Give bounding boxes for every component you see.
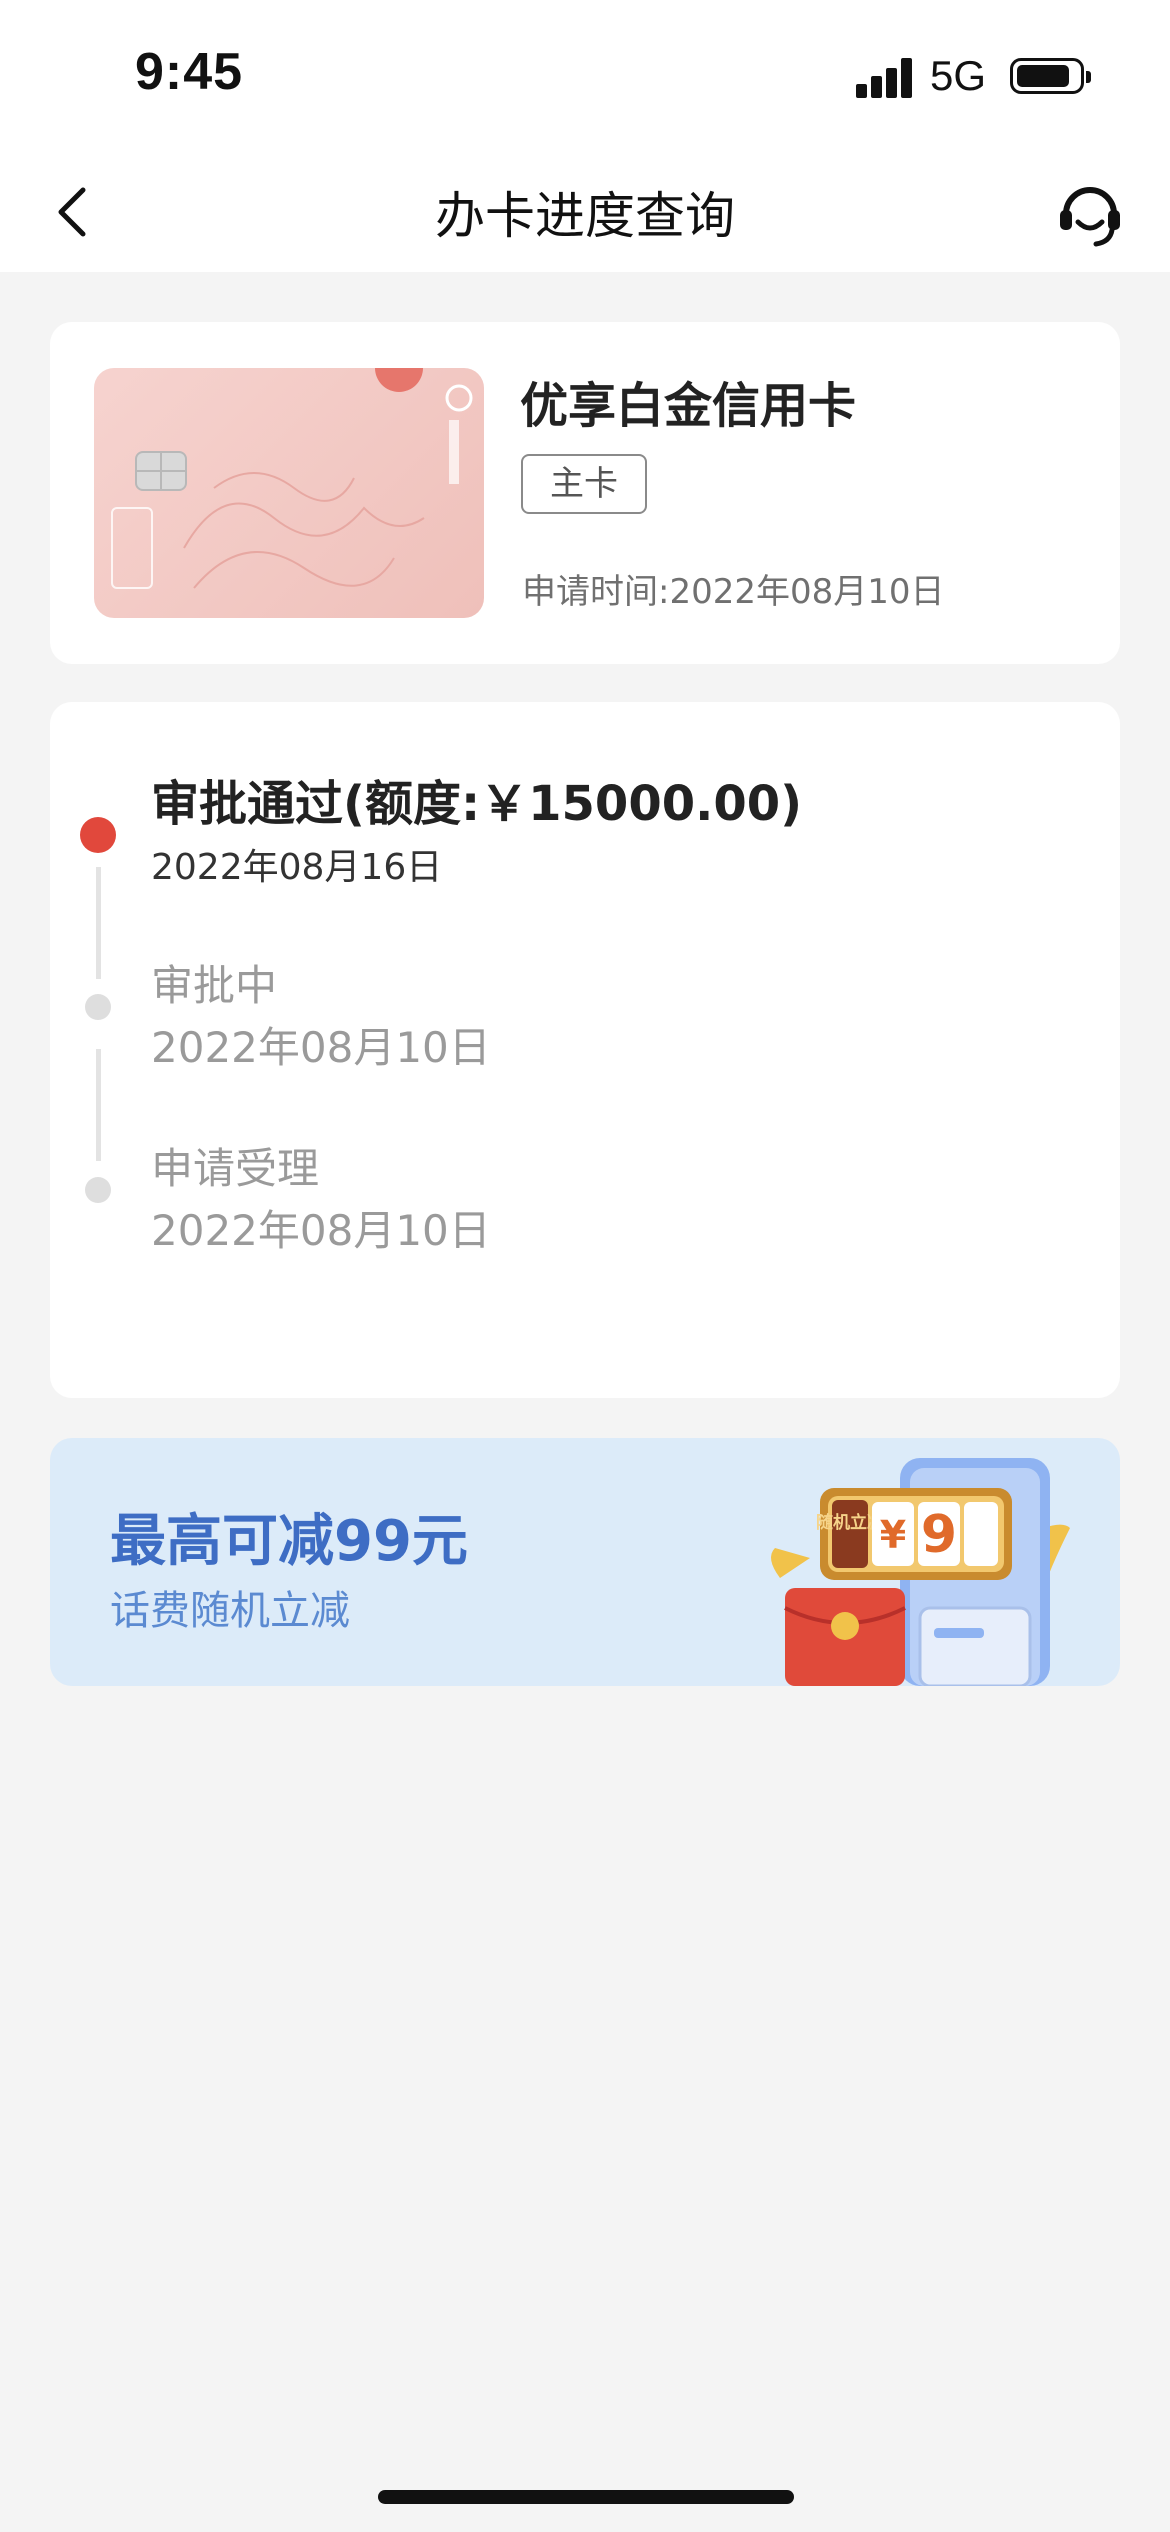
apply-date: 申请时间:2022年08月10日 xyxy=(522,572,945,612)
promo-subtitle: 话费随机立减 xyxy=(110,1588,350,1634)
status-time: 9:45 xyxy=(135,43,244,101)
timeline-line xyxy=(96,1049,101,1161)
timeline-line xyxy=(96,867,101,979)
slot-digit: 9 xyxy=(921,1505,957,1565)
home-indicator[interactable] xyxy=(378,2490,794,2504)
customer-service-button[interactable] xyxy=(1050,172,1130,252)
card-info-panel: 优享白金信用卡 主卡 申请时间:2022年08月10日 xyxy=(50,322,1120,664)
step-title-approved: 审批通过(额度:￥15000.00) xyxy=(151,776,803,832)
timeline-dot-active xyxy=(80,817,116,853)
slot-symbol: ¥ xyxy=(880,1513,906,1557)
step-date-accepted: 2022年08月10日 xyxy=(151,1206,491,1255)
credit-card-image xyxy=(94,368,484,618)
promo-banner[interactable]: 最高可减99元 话费随机立减 随机立减 ¥ 9 xyxy=(50,1438,1120,1686)
promo-title: 最高可减99元 xyxy=(110,1509,468,1574)
step-date-reviewing: 2022年08月10日 xyxy=(151,1023,491,1072)
headset-icon xyxy=(1060,187,1120,247)
network-label: 5G xyxy=(930,52,987,99)
status-bar: 9:45 5G xyxy=(0,0,1170,150)
step-date-approved: 2022年08月16日 xyxy=(151,847,443,888)
step-title-reviewing: 审批中 xyxy=(151,961,278,1010)
battery-icon xyxy=(1010,58,1091,94)
timeline-dot xyxy=(85,994,111,1020)
progress-timeline: 审批通过(额度:￥15000.00) 2022年08月16日 审批中 2022年… xyxy=(50,702,1120,1398)
card-type-badge: 主卡 xyxy=(521,454,647,514)
page-title: 办卡进度查询 xyxy=(435,187,735,245)
signal-icon xyxy=(856,58,914,98)
step-title-accepted: 申请受理 xyxy=(151,1144,320,1193)
timeline-dot xyxy=(85,1177,111,1203)
nav-bar: 办卡进度查询 xyxy=(0,150,1170,272)
card-name: 优享白金信用卡 xyxy=(520,378,857,434)
promo-phone-slot-graphic: 随机立减 ¥ 9 xyxy=(771,1458,1070,1686)
